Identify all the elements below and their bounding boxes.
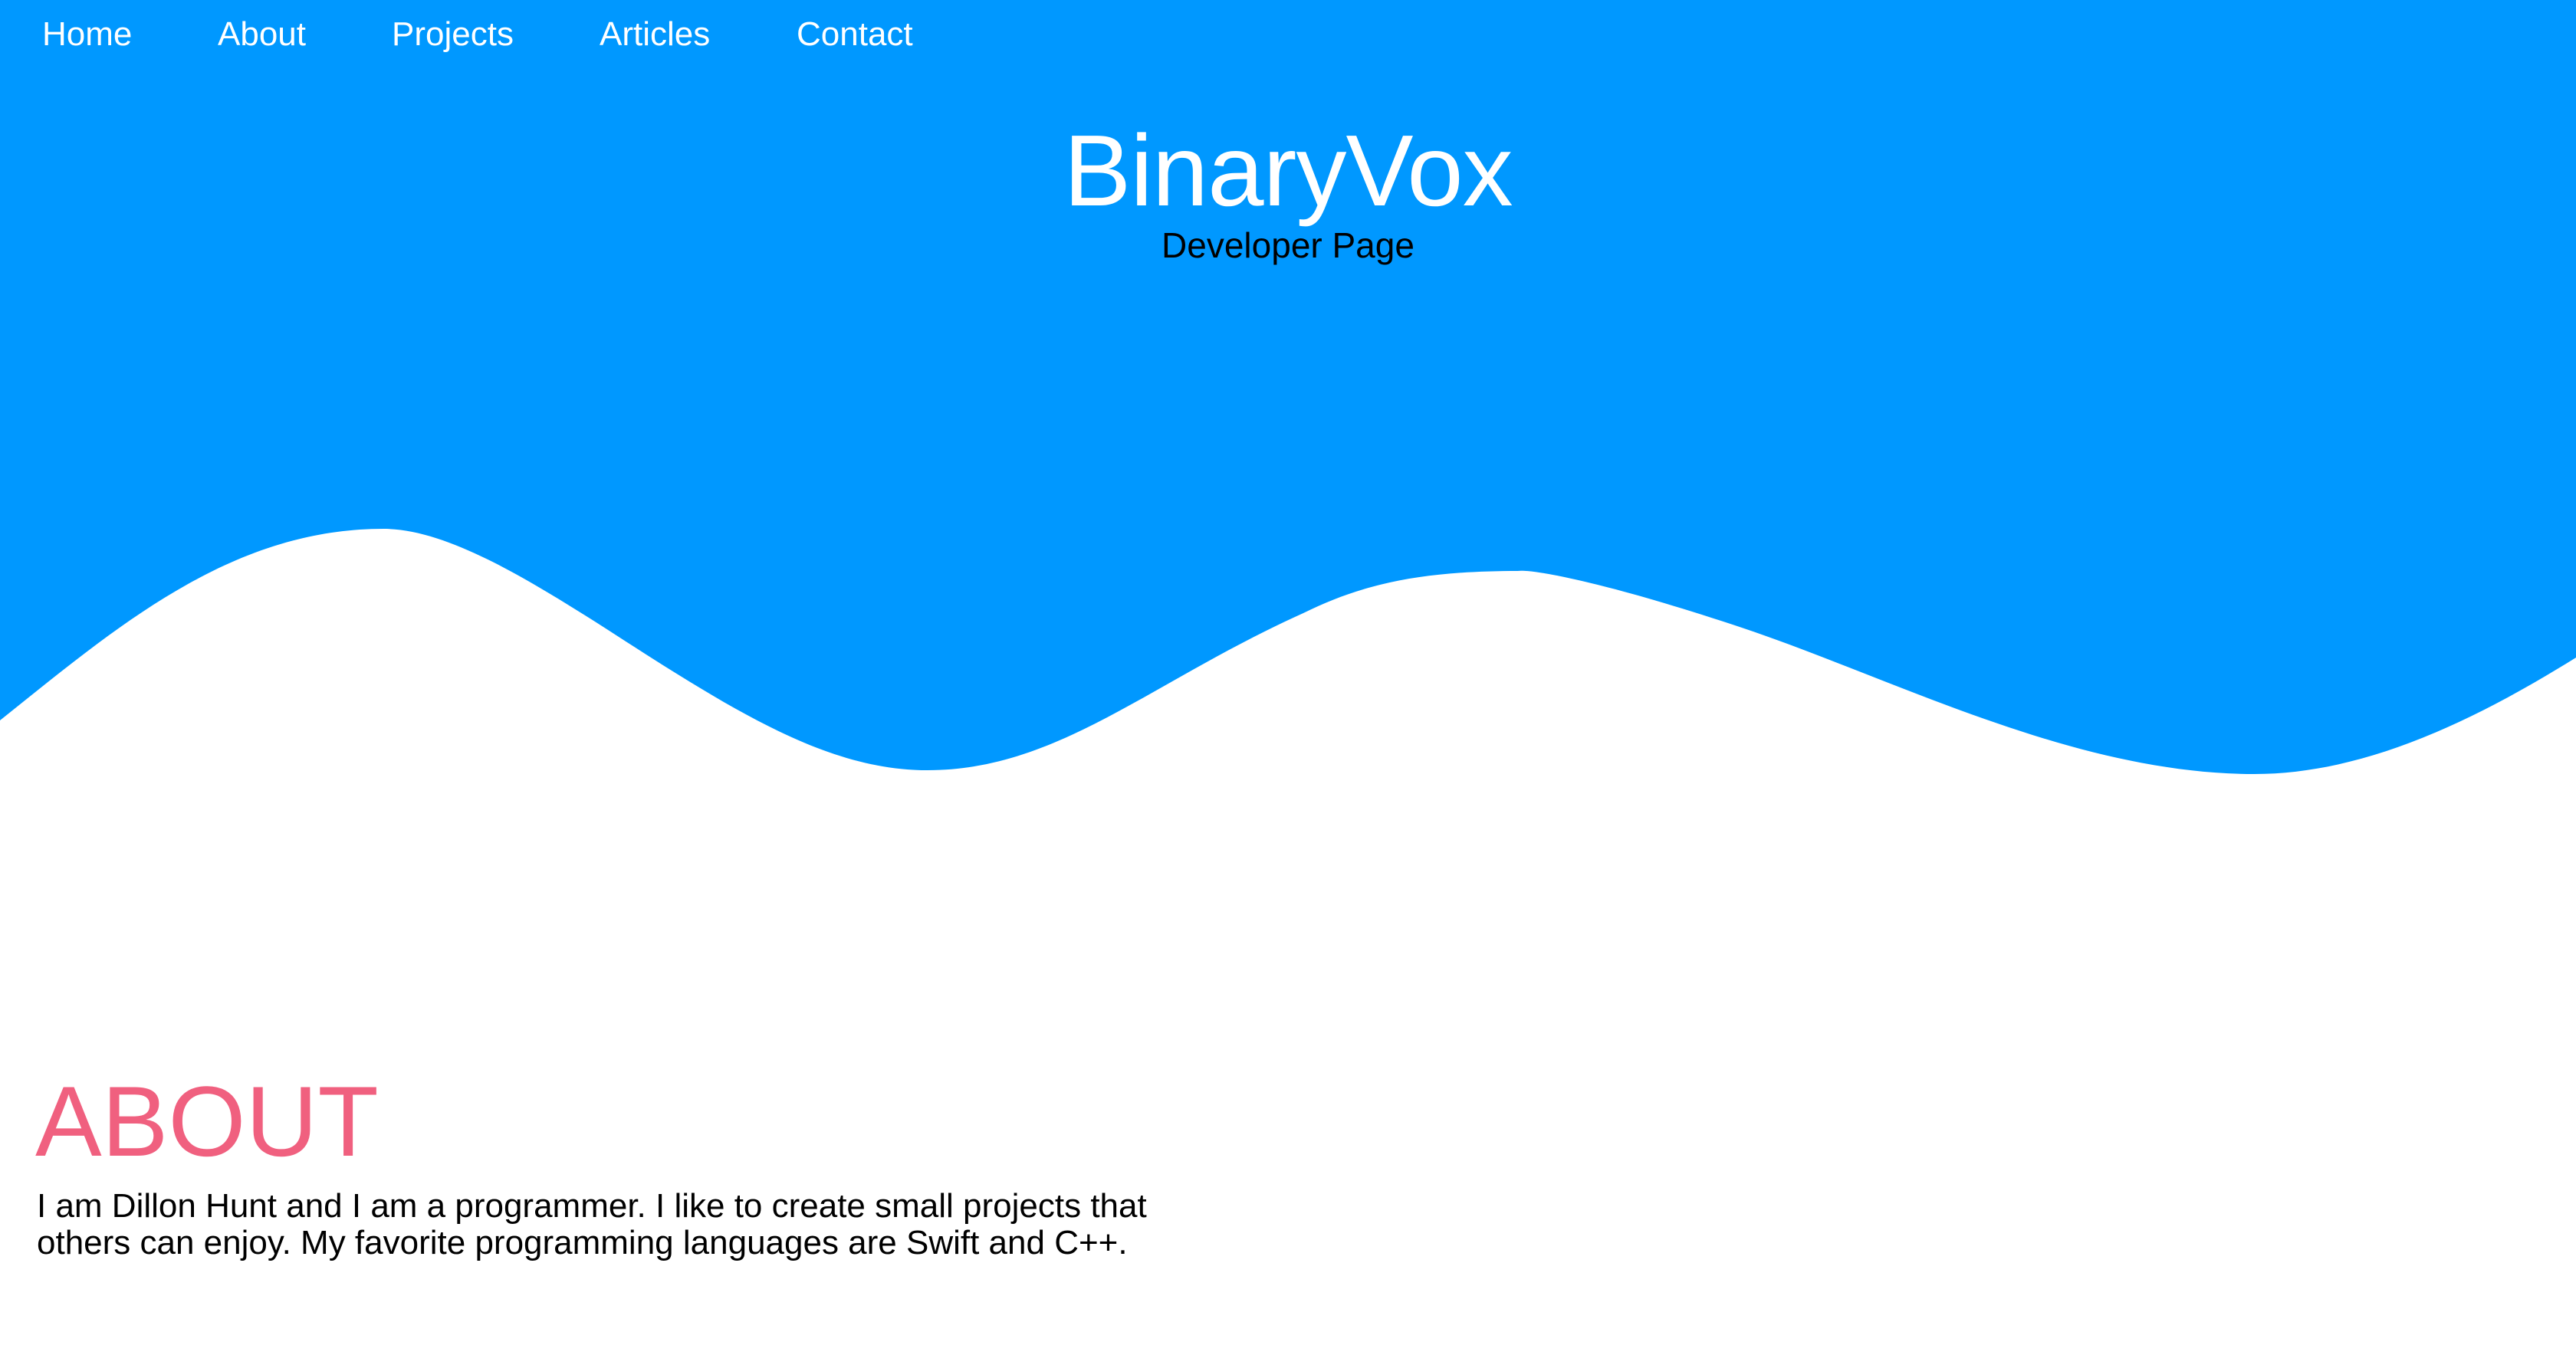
nav-projects-link[interactable]: Projects: [392, 0, 514, 69]
nav-contact-link[interactable]: Contact: [797, 0, 913, 69]
about-heading: ABOUT: [35, 1065, 379, 1177]
site-title: BinaryVox: [1063, 114, 1513, 227]
nav-home-link[interactable]: Home: [42, 0, 132, 69]
page: Home About Projects Articles Contact Bin…: [0, 0, 2576, 1368]
nav-articles-link[interactable]: Articles: [600, 0, 710, 69]
site-subtitle: Developer Page: [1162, 225, 1414, 265]
about-description: I am Dillon Hunt and I am a programmer. …: [37, 1187, 1147, 1261]
nav-about-link[interactable]: About: [218, 0, 306, 69]
